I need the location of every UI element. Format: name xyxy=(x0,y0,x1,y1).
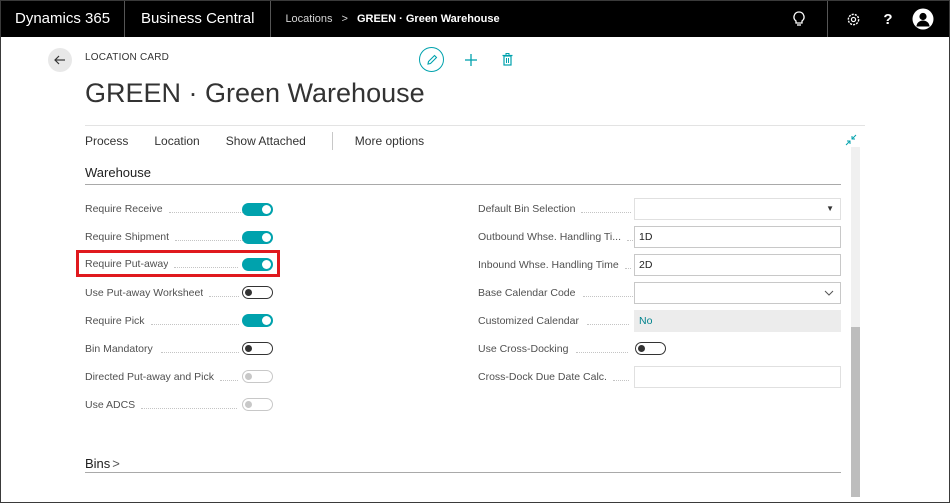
outbound-whse-handling-time-input[interactable]: 1D xyxy=(634,226,841,248)
use-put-away-worksheet-toggle[interactable] xyxy=(242,286,273,299)
section-divider xyxy=(85,184,841,185)
field-label: Cross-Dock Due Date Calc. xyxy=(478,371,607,383)
actionbar-divider xyxy=(85,125,865,126)
arrow-left-icon xyxy=(54,55,65,65)
lightbulb-icon[interactable] xyxy=(788,1,810,37)
field-dots xyxy=(141,407,238,409)
field-label: Customized Calendar xyxy=(478,315,579,327)
base-calendar-code-dropdown[interactable] xyxy=(634,282,841,304)
require-pick-toggle[interactable] xyxy=(242,314,273,327)
field-require-shipment: Require Shipment xyxy=(85,227,244,247)
action-location[interactable]: Location xyxy=(154,134,199,148)
trash-icon xyxy=(502,53,512,66)
directed-put-away-and-pick-toggle[interactable] xyxy=(242,370,273,383)
field-dots xyxy=(219,379,238,381)
action-process[interactable]: Process xyxy=(85,134,128,148)
field-dots xyxy=(583,295,634,297)
field-dots xyxy=(586,323,629,325)
field-use-cross-docking: Use Cross-Docking xyxy=(478,339,629,359)
field-label: Bin Mandatory xyxy=(85,343,153,355)
delete-button[interactable] xyxy=(500,52,514,68)
section-label: Bins xyxy=(85,456,111,471)
header-actions xyxy=(419,47,514,72)
field-value: 1D xyxy=(639,231,653,243)
scrollbar-thumb[interactable] xyxy=(851,327,860,497)
section-title-bins[interactable]: Bins > xyxy=(85,456,120,471)
field-directed-put-away-and-pick: Directed Put-away and Pick xyxy=(85,367,238,387)
field-label: Require Shipment xyxy=(85,231,170,243)
field-dots xyxy=(624,267,631,269)
field-label: Directed Put-away and Pick xyxy=(85,371,214,383)
pencil-icon xyxy=(426,54,437,65)
page-title: GREEN · Green Warehouse xyxy=(85,78,425,108)
page-caption: LOCATION CARD xyxy=(85,52,170,63)
field-label: Require Pick xyxy=(85,315,145,327)
field-default-bin-selection: Default Bin Selection xyxy=(478,199,632,219)
caret-down-icon: ▼ xyxy=(826,204,834,213)
field-dots xyxy=(581,211,632,213)
user-avatar-icon[interactable] xyxy=(911,1,935,37)
actionbar-separator xyxy=(331,132,333,150)
app-name[interactable]: Dynamics 365 xyxy=(1,1,126,37)
field-label: Base Calendar Code xyxy=(478,287,576,299)
highlight-box xyxy=(76,250,280,277)
top-bar: Dynamics 365 Business Central Locations … xyxy=(1,1,949,37)
cross-dock-due-date-calc-input[interactable] xyxy=(634,366,841,388)
customized-calendar-value[interactable]: No xyxy=(634,310,841,332)
field-label: Outbound Whse. Handling Ti... xyxy=(478,231,621,243)
field-inbound-whse-handling-time: Inbound Whse. Handling Time xyxy=(478,255,631,275)
field-dots xyxy=(168,211,249,213)
chevron-right-icon: > xyxy=(112,456,120,471)
section-divider xyxy=(85,472,841,473)
field-dots xyxy=(150,323,239,325)
field-label: Default Bin Selection xyxy=(478,203,576,215)
product-name[interactable]: Business Central xyxy=(125,1,272,37)
chevron-down-icon xyxy=(824,288,834,298)
new-button[interactable] xyxy=(463,52,479,68)
field-dots xyxy=(209,295,240,297)
field-cross-dock-due-date-calc: Cross-Dock Due Date Calc. xyxy=(478,367,629,387)
bin-mandatory-toggle[interactable] xyxy=(242,342,273,355)
field-value: 2D xyxy=(639,259,653,271)
breadcrumb: Locations > GREEN · Green Warehouse xyxy=(271,13,499,25)
field-customized-calendar: Customized Calendar xyxy=(478,311,629,331)
topbar-divider xyxy=(827,1,828,37)
field-label: Use ADCS xyxy=(85,399,136,411)
field-dots xyxy=(160,351,239,353)
require-shipment-toggle[interactable] xyxy=(242,231,273,244)
field-use-adcs: Use ADCS xyxy=(85,395,238,415)
breadcrumb-locations[interactable]: Locations xyxy=(285,13,332,25)
field-dots xyxy=(175,239,244,241)
plus-icon xyxy=(465,53,477,66)
field-value: No xyxy=(639,315,653,327)
field-label: Require Receive xyxy=(85,203,163,215)
back-button[interactable] xyxy=(48,48,72,72)
section-title-warehouse[interactable]: Warehouse xyxy=(85,165,151,180)
field-use-put-away-worksheet: Use Put-away Worksheet xyxy=(85,283,240,303)
require-receive-toggle[interactable] xyxy=(242,203,273,216)
field-label: Inbound Whse. Handling Time xyxy=(478,259,619,271)
breadcrumb-separator: > xyxy=(341,13,348,25)
action-more-options[interactable]: More options xyxy=(355,134,424,148)
field-outbound-whse-handling-time: Outbound Whse. Handling Ti... xyxy=(478,227,635,247)
breadcrumb-current: GREEN · Green Warehouse xyxy=(356,13,500,25)
action-bar: Process Location Show Attached More opti… xyxy=(85,132,450,150)
gear-icon[interactable] xyxy=(842,1,864,37)
use-cross-docking-toggle[interactable] xyxy=(635,342,666,355)
edit-button[interactable] xyxy=(419,47,444,72)
default-bin-selection-select[interactable]: ▼ xyxy=(634,198,841,220)
field-dots xyxy=(612,379,629,381)
use-adcs-toggle[interactable] xyxy=(242,398,273,411)
action-show-attached[interactable]: Show Attached xyxy=(226,134,306,148)
field-base-calendar-code: Base Calendar Code xyxy=(478,283,634,303)
app-window: Dynamics 365 Business Central Locations … xyxy=(0,0,950,503)
field-dots xyxy=(576,351,629,353)
field-label: Use Put-away Worksheet xyxy=(85,287,204,299)
field-bin-mandatory: Bin Mandatory xyxy=(85,339,239,359)
inbound-whse-handling-time-input[interactable]: 2D xyxy=(634,254,841,276)
help-icon[interactable]: ? xyxy=(878,1,898,37)
field-require-pick: Require Pick xyxy=(85,311,239,331)
field-require-receive: Require Receive xyxy=(85,199,249,219)
field-label: Use Cross-Docking xyxy=(478,343,569,355)
